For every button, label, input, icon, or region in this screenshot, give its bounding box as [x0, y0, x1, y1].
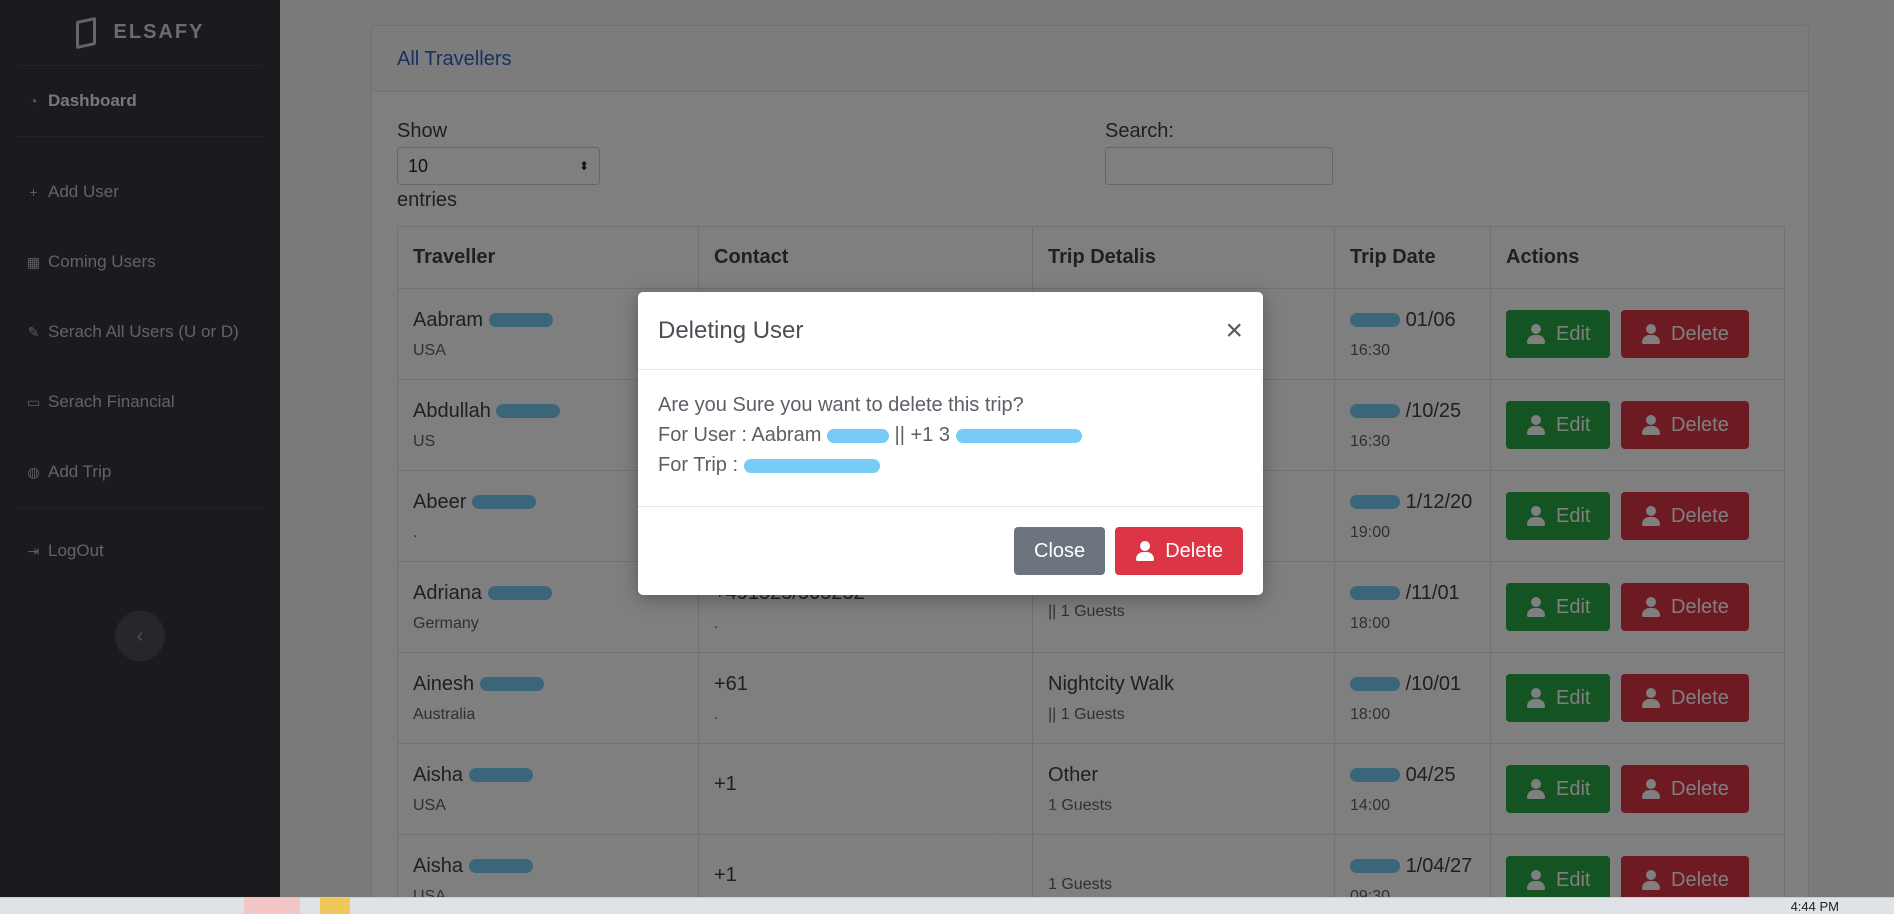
folder-icon[interactable]	[320, 898, 350, 914]
taskbar-clock: 4:44 PM	[1790, 899, 1839, 914]
user-line-label: For User : Aabram	[658, 424, 822, 446]
modal-header: Deleting User ×	[638, 292, 1263, 370]
close-button[interactable]: Close	[1014, 527, 1106, 575]
user-line-phone: || +1 3	[894, 424, 950, 446]
user-times-icon	[1135, 541, 1159, 561]
modal-title: Deleting User	[658, 316, 804, 344]
user-line: For User : Aabram || +1 3	[658, 420, 1243, 450]
delete-label: Delete	[1165, 539, 1223, 562]
confirm-delete-button[interactable]: Delete	[1115, 527, 1243, 575]
modal-footer: Close Delete	[638, 507, 1263, 595]
taskbar-app-icon[interactable]	[244, 898, 300, 914]
modal-body: Are you Sure you want to delete this tri…	[638, 370, 1263, 507]
redaction	[826, 428, 889, 443]
redaction	[743, 458, 880, 473]
delete-user-modal: Deleting User × Are you Sure you want to…	[638, 292, 1263, 595]
confirm-question: Are you Sure you want to delete this tri…	[658, 394, 1024, 416]
close-icon[interactable]: ×	[1225, 315, 1243, 346]
trip-line: For Trip :	[658, 450, 1243, 480]
os-taskbar: 4:44 PM	[0, 897, 1894, 914]
trip-line-label: For Trip :	[658, 454, 739, 476]
redaction	[955, 428, 1082, 443]
